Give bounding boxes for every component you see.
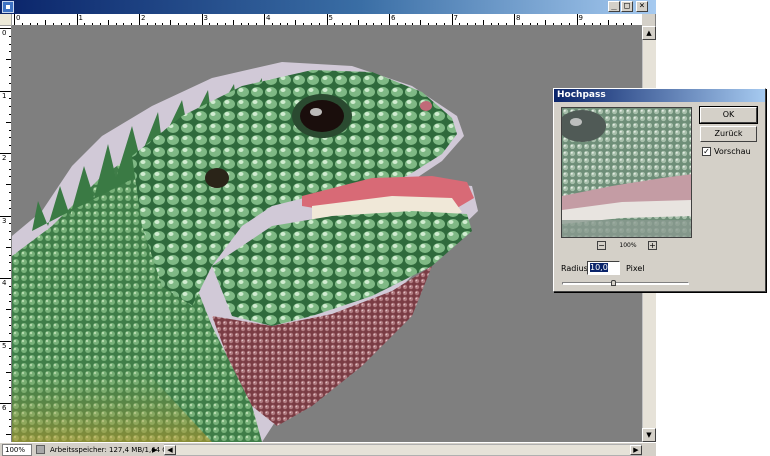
iguana-photo <box>12 62 478 442</box>
iguana-ear <box>205 168 229 188</box>
scroll-up-arrow[interactable]: ▲ <box>642 26 656 40</box>
ruler-label: 5 <box>2 341 7 350</box>
ruler-label: 4 <box>2 279 7 287</box>
ruler-label: 1 <box>78 14 83 22</box>
iguana-nostril <box>420 101 432 111</box>
scroll-right-arrow[interactable]: ▶ <box>630 445 642 455</box>
ruler-major-tick <box>576 14 578 25</box>
horizontal-scrollbar[interactable]: ◀ ▶ <box>164 444 642 456</box>
radius-input[interactable]: 10,0 <box>587 261 620 275</box>
vertical-ruler[interactable]: 0 1 2 3 4 5 6 <box>0 26 12 442</box>
window-title-bar[interactable]: _ □ × <box>0 0 656 14</box>
ruler-label: 7 <box>453 14 458 22</box>
radius-slider-thumb[interactable] <box>611 280 616 286</box>
ruler-major-tick <box>139 14 140 25</box>
ruler-major-tick <box>514 14 515 25</box>
horizontal-ruler[interactable]: 0 1 2 3 4 5 6 7 8 9 <box>12 14 642 26</box>
ruler-label: 0 <box>16 14 21 22</box>
status-menu-arrow-icon[interactable]: ▶ <box>152 445 161 455</box>
zoom-in-button[interactable]: + <box>648 241 657 250</box>
ruler-label: 1 <box>2 91 7 100</box>
iguana-eye <box>300 100 344 132</box>
radius-unit-label: Pixel <box>626 264 645 273</box>
ruler-label: 2 <box>141 14 146 22</box>
preview-zoom-level: 100% <box>619 242 637 249</box>
status-info-icon[interactable] <box>36 445 45 454</box>
zoom-out-button[interactable]: − <box>597 241 606 250</box>
ruler-major-tick <box>326 14 328 25</box>
ruler-major-tick <box>451 14 453 25</box>
ruler-label: 2 <box>2 154 7 162</box>
ruler-major-tick <box>14 14 15 25</box>
ruler-major-tick <box>201 14 203 25</box>
radius-slider-track[interactable] <box>562 282 689 285</box>
ruler-label: 3 <box>2 216 7 225</box>
image-canvas[interactable] <box>12 26 642 442</box>
filter-preview[interactable] <box>561 107 692 238</box>
scroll-left-arrow[interactable]: ◀ <box>164 445 176 455</box>
close-button[interactable]: × <box>636 1 648 12</box>
reset-button[interactable]: Zurück <box>700 126 757 142</box>
minimize-button[interactable]: _ <box>608 1 620 12</box>
ruler-label: 9 <box>578 14 583 22</box>
ruler-label: 3 <box>203 14 208 22</box>
ruler-major-tick <box>264 14 265 25</box>
ruler-major-tick <box>76 14 78 25</box>
preview-image <box>562 108 691 237</box>
ruler-label: 8 <box>516 14 521 22</box>
eye-highlight <box>310 108 322 116</box>
ruler-major-tick <box>389 14 390 25</box>
ruler-label: 6 <box>391 14 396 22</box>
ruler-label: 5 <box>328 14 333 22</box>
ruler-label: 6 <box>2 404 7 412</box>
preview-checkbox[interactable]: ✓ <box>702 147 711 156</box>
dialog-title[interactable]: Hochpass <box>554 89 765 102</box>
ruler-origin[interactable] <box>0 14 12 26</box>
status-bar: 100% Arbeitsspeicher: 127,4 MB/1,44 GB ▶… <box>0 442 656 456</box>
preview-checkbox-label: Vorschau <box>714 147 751 156</box>
maximize-button[interactable]: □ <box>621 1 633 12</box>
ok-button[interactable]: OK <box>699 106 758 124</box>
scroll-down-arrow[interactable]: ▼ <box>642 428 656 442</box>
document-icon <box>2 1 14 13</box>
ruler-label: 0 <box>2 29 7 37</box>
ruler-label: 4 <box>266 14 271 22</box>
zoom-level-field[interactable]: 100% <box>2 444 32 456</box>
hochpass-dialog: Hochpass − 100% + OK Zurück ✓ Vorschau R… <box>553 88 766 292</box>
radius-value: 10,0 <box>590 263 608 272</box>
